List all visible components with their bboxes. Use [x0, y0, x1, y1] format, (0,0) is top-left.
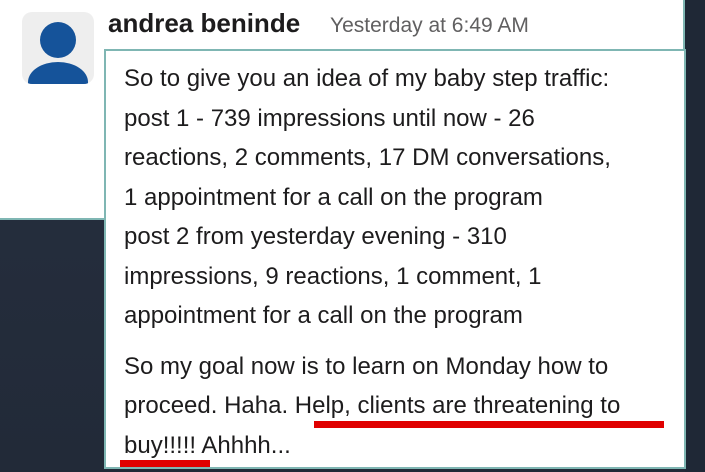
- message-line: So my goal now is to learn on Monday how…: [124, 352, 609, 380]
- message-line: proceed. Haha. Help, clients are threate…: [124, 392, 621, 419]
- message-line: post 1 - 739 impressions until now - 26: [124, 104, 535, 132]
- highlight-underline: [120, 460, 210, 467]
- avatar-person-icon: [40, 22, 76, 58]
- message-line: reactions, 2 comments, 17 DM conversatio…: [124, 144, 611, 171]
- avatar-body: [28, 62, 88, 84]
- message-line: impressions, 9 reactions, 1 comment, 1: [124, 262, 542, 290]
- author-name[interactable]: andrea beninde: [108, 8, 300, 39]
- message-line: post 2 from yesterday evening - 310: [124, 223, 507, 250]
- message-line: So to give you an idea of my baby step t…: [124, 65, 610, 92]
- avatar[interactable]: [22, 12, 94, 84]
- message-body: So to give you an idea of my baby step t…: [104, 49, 686, 469]
- highlight-underline: [314, 421, 664, 428]
- message-line: appointment for a call on the program: [124, 302, 523, 329]
- message-line: 1 appointment for a call on the program: [124, 183, 543, 211]
- background-strip: [685, 0, 705, 472]
- timestamp[interactable]: Yesterday at 6:49 AM: [330, 14, 529, 38]
